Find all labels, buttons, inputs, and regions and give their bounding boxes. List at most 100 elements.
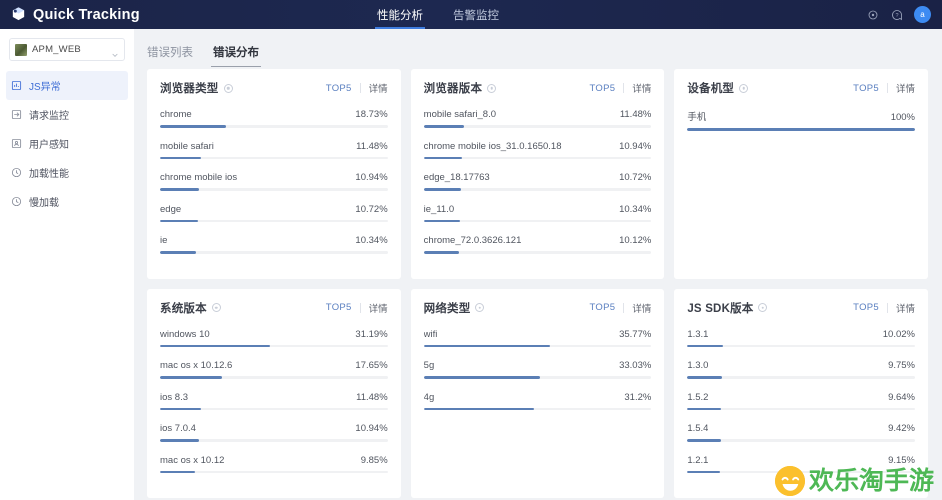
top5-button[interactable]: TOP5 <box>853 302 879 313</box>
action-divider <box>623 83 625 93</box>
row-label: 1.5.2 <box>687 391 709 403</box>
row-header: 手机 100% <box>687 109 915 123</box>
sidebar-item-slow-load[interactable]: 慢加载 <box>0 187 134 216</box>
row-label: edge_18.17763 <box>423 172 490 183</box>
nav-tab-performance[interactable]: 性能分析 <box>375 0 425 29</box>
card-rows: wifi 35.77% 5g 33.03% 4g 31.2% <box>423 329 652 424</box>
row-value: 10.12% <box>619 235 652 246</box>
action-divider <box>359 83 361 93</box>
detail-button[interactable]: 详情 <box>369 81 388 95</box>
detail-button[interactable]: 详情 <box>369 301 388 315</box>
distribution-card: 浏览器版本 TOP5 详情 mobile safari_8.0 11.48% chrome… <box>410 69 665 279</box>
svg-text:?: ? <box>895 13 898 19</box>
settings-icon[interactable] <box>866 8 879 21</box>
sidebar-item-request-monitor[interactable]: 请求监控 <box>0 100 134 129</box>
info-icon[interactable] <box>758 303 768 312</box>
row-header: 1.5.4 9.42% <box>687 423 915 434</box>
cube-logo-icon <box>10 6 27 23</box>
card-title: 浏览器类型 <box>160 83 219 95</box>
detail-button[interactable]: 详情 <box>632 301 651 315</box>
row-header: ios 7.0.4 10.94% <box>160 423 388 434</box>
sidebar-item-js-error[interactable]: JS异常 <box>6 71 128 100</box>
row-value: 10.34% <box>355 235 388 246</box>
nav-tab-performance-label: 性能分析 <box>377 9 423 22</box>
sidebar-item-user-perception[interactable]: 用户感知 <box>0 129 134 158</box>
info-icon[interactable] <box>487 83 497 93</box>
distribution-row: 手机 100% <box>687 109 915 144</box>
info-icon[interactable] <box>475 303 485 312</box>
detail-button[interactable]: 详情 <box>896 81 915 95</box>
tab-error-distribution-label: 错误分布 <box>213 47 259 59</box>
row-label: mac os x 10.12 <box>160 454 225 466</box>
content-tabs: 错误列表 错误分布 <box>134 29 928 69</box>
main-content: 错误列表 错误分布 浏览器类型 TOP5 详情 chrome 18.73% mobile … <box>134 29 942 500</box>
row-label: chrome mobile ios <box>160 172 238 183</box>
brand-name: Quick Tracking <box>33 6 140 23</box>
top5-button[interactable]: TOP5 <box>326 302 352 313</box>
row-value: 9.15% <box>888 454 915 466</box>
info-icon[interactable] <box>739 83 749 93</box>
progress-track <box>160 251 388 254</box>
help-icon[interactable]: ? <box>890 8 903 21</box>
row-label: windows 10 <box>160 328 210 340</box>
sidebar-item-user-perception-label: 用户感知 <box>29 140 69 151</box>
card-rows: 1.3.1 10.02% 1.3.0 9.75% 1.5.2 9.64% 1.5.4 9.42… <box>687 329 915 487</box>
row-label: chrome <box>160 109 192 120</box>
detail-button[interactable]: 详情 <box>896 301 915 315</box>
card-header: 浏览器版本 TOP5 详情 <box>424 80 652 96</box>
card-actions: TOP5 详情 <box>326 81 388 96</box>
row-label: ie <box>160 235 168 246</box>
distribution-row: windows 10 31.19% <box>160 329 388 361</box>
progress-track <box>687 470 915 473</box>
card-actions: TOP5 详情 <box>589 81 651 96</box>
top5-button[interactable]: TOP5 <box>853 83 879 94</box>
row-header: chrome mobile ios_31.0.1650.18 10.94% <box>424 141 652 152</box>
tab-error-distribution[interactable]: 错误分布 <box>211 44 261 67</box>
row-label: edge <box>160 203 182 215</box>
row-header: mobile safari 11.48% <box>160 141 388 152</box>
nav-tab-alert[interactable]: 告警监控 <box>451 0 501 29</box>
info-icon[interactable] <box>223 83 233 93</box>
row-header: mac os x 10.12.6 17.65% <box>160 360 388 371</box>
row-value: 10.94% <box>355 423 388 434</box>
progress-fill <box>160 376 223 379</box>
top5-button[interactable]: TOP5 <box>589 302 615 313</box>
row-value: 31.19% <box>355 328 388 340</box>
tab-error-list[interactable]: 错误列表 <box>147 44 193 67</box>
progress-fill <box>423 251 460 254</box>
distribution-row: mac os x 10.12.6 17.65% <box>160 360 388 392</box>
progress-track <box>687 376 915 379</box>
progress-fill <box>687 128 915 131</box>
top5-button[interactable]: TOP5 <box>326 83 352 94</box>
distribution-row: mobile safari 11.48% <box>160 141 388 173</box>
row-value: 11.48% <box>356 391 388 403</box>
info-icon[interactable] <box>211 303 221 312</box>
sidebar-item-load-performance[interactable]: 加载性能 <box>0 158 134 187</box>
distribution-row: chrome 18.73% <box>160 109 388 141</box>
progress-track <box>687 128 915 131</box>
card-header: 网络类型 TOP5 详情 <box>424 300 652 316</box>
progress-track <box>423 219 652 222</box>
avatar[interactable]: a <box>914 6 931 23</box>
progress-fill <box>160 188 199 191</box>
chevron-down-icon <box>111 46 119 57</box>
row-header: edge 10.72% <box>160 204 388 215</box>
row-value: 10.34% <box>619 203 652 215</box>
card-actions: TOP5 详情 <box>853 81 915 96</box>
project-selector[interactable]: APM_WEB <box>9 38 125 61</box>
row-label: 4g <box>423 391 435 403</box>
nav-tabs: 性能分析 告警监控 <box>375 0 501 29</box>
progress-track <box>687 344 915 347</box>
progress-fill <box>160 125 227 128</box>
distribution-row: wifi 35.77% <box>423 329 652 361</box>
distribution-row: ie_11.0 10.34% <box>423 203 652 236</box>
top5-button[interactable]: TOP5 <box>589 83 615 94</box>
progress-fill <box>423 188 462 191</box>
progress-fill <box>160 439 199 442</box>
card-title: 设备机型 <box>687 83 735 95</box>
row-value: 11.48% <box>619 109 652 120</box>
clock-icon <box>10 167 22 179</box>
progress-fill <box>423 219 461 222</box>
progress-track <box>687 439 915 442</box>
detail-button[interactable]: 详情 <box>632 81 651 95</box>
